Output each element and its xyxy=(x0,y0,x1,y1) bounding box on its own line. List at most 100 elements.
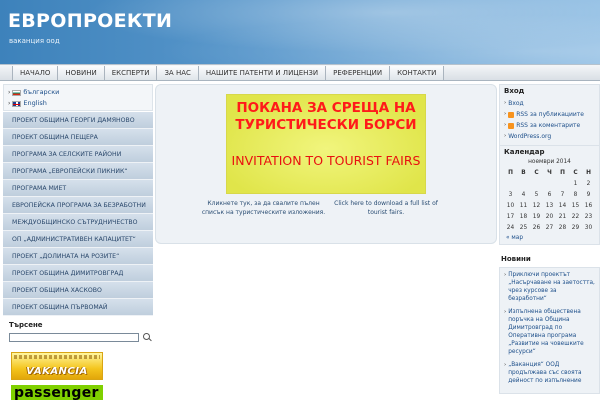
calendar-week: 17 18 19 20 21 22 23 xyxy=(504,211,595,222)
news-link[interactable]: Изпълнена обществена поръчка на Община Д… xyxy=(508,308,596,356)
calendar-day xyxy=(517,178,530,189)
calendar-day: 13 xyxy=(545,202,554,209)
rss-icon xyxy=(508,122,515,129)
passenger-banner[interactable]: passenger xyxy=(11,385,103,400)
calendar-weekday: В xyxy=(521,169,526,176)
sidebar-item[interactable]: ЕВРОПЕЙСКА ПРОГРАМА ЗА БЕЗРАБОТНИ xyxy=(3,197,153,214)
wordpress-link[interactable]: › WordPress.org xyxy=(504,131,595,142)
login-widget: Вход › Вход › RSS за публикациите › RSS … xyxy=(499,84,600,146)
sidebar-project-menu: ПРОЕКТ ОБЩИНА ГЕОРГИ ДАМЯНОВО ПРОЕКТ ОБЩ… xyxy=(3,112,153,316)
search-input[interactable] xyxy=(9,332,139,342)
calendar-day: 25 xyxy=(519,224,528,231)
link-label[interactable]: RSS за коментарите xyxy=(516,120,580,131)
nav-item-references[interactable]: РЕФЕРЕНЦИИ xyxy=(326,66,391,80)
site-subtitle: ваканция оод xyxy=(9,37,60,45)
calendar-weekday: П xyxy=(508,169,513,176)
calendar-day: 24 xyxy=(506,224,515,231)
language-label[interactable]: English xyxy=(23,98,46,109)
calendar-day: 23 xyxy=(584,213,593,220)
calendar-day: 22 xyxy=(571,213,580,220)
bullet-arrow-icon: › xyxy=(8,100,11,107)
nav-item-news[interactable]: НОВИНИ xyxy=(58,66,105,80)
nav-item-patents[interactable]: НАШИТЕ ПАТЕНТИ И ЛИЦЕНЗИ xyxy=(198,66,327,80)
widget-title: Календар xyxy=(504,148,545,156)
calendar-day xyxy=(543,178,556,189)
news-item[interactable]: › Изпълнена обществена поръчка на Община… xyxy=(504,308,596,356)
bullet-arrow-icon: › xyxy=(504,133,507,139)
calendar-day: 16 xyxy=(584,202,593,209)
calendar-day: 9 xyxy=(586,191,591,198)
language-item-bulgarian[interactable]: › български xyxy=(8,87,148,98)
sidebar-item[interactable]: ПРОЕКТ ОБЩИНА ХАСКОВО xyxy=(3,282,153,299)
calendar-day: 17 xyxy=(506,213,515,220)
invitation-title-bg: ПОКАНА ЗА СРЕЩА НА ТУРИСТИЧЕСКИ БОРСИ xyxy=(235,100,417,133)
bullet-arrow-icon: › xyxy=(504,272,507,278)
nav-item-experts[interactable]: ЕКСПЕРТИ xyxy=(104,66,158,80)
news-item[interactable]: › Приключи проектът „Насърчаване на зает… xyxy=(504,271,596,303)
sidebar-item[interactable]: ПРОЕКТ ОБЩИНА ПЪРВОМАЙ xyxy=(3,299,153,316)
bullet-arrow-icon: › xyxy=(504,122,507,128)
calendar-weekday: Ч xyxy=(547,169,552,176)
bullet-arrow-icon: › xyxy=(8,89,11,96)
sidebar-item[interactable]: ПРОЕКТ ОБЩИНА ПЕЩЕРА xyxy=(3,129,153,146)
sidebar-item[interactable]: ОП „АДМИНИСТРАТИВЕН КАПАЦИТЕТ“ xyxy=(3,231,153,248)
calendar-day xyxy=(504,178,517,189)
search-form xyxy=(3,332,153,342)
download-link-bg[interactable]: Кликнете тук, за да свалите пълен списък… xyxy=(196,200,331,217)
search-icon[interactable] xyxy=(142,332,152,342)
left-sidebar: › български › English ПРОЕКТ ОБЩИНА ГЕОР… xyxy=(3,84,153,400)
sidebar-item[interactable]: ПРОГРАМА ЗА СЕЛСКИТЕ РАЙОНИ xyxy=(3,146,153,163)
sidebar-item[interactable]: ПРОЕКТ ОБЩИНА ДИМИТРОВГРАД xyxy=(3,265,153,282)
invitation-banner[interactable]: ПОКАНА ЗА СРЕЩА НА ТУРИСТИЧЕСКИ БОРСИ IN… xyxy=(226,94,426,194)
calendar-day xyxy=(530,178,543,189)
download-link-en[interactable]: Click here to download a full list of to… xyxy=(326,200,446,217)
site-header: ЕВРОПРОЕКТИ ваканция оод xyxy=(0,0,600,64)
nav-item-contacts[interactable]: КОНТАКТИ xyxy=(390,66,445,80)
news-item[interactable]: › „Ваканция“ ООД продължава със своята д… xyxy=(504,361,596,385)
sidebar-item[interactable]: ПРОГРАМА МИЕТ xyxy=(3,180,153,197)
calendar-day: 20 xyxy=(545,213,554,220)
language-switcher: › български › English xyxy=(3,84,153,111)
calendar-weekday: С xyxy=(534,169,539,176)
calendar-weekday: С xyxy=(573,169,578,176)
calendar-day: 21 xyxy=(558,213,567,220)
calendar-weekday: П xyxy=(560,169,565,176)
link-label[interactable]: RSS за публикациите xyxy=(516,109,584,120)
calendar-day: 14 xyxy=(558,202,567,209)
sidebar-item[interactable]: МЕЖДУОБЩИНСКО СЪТРУДНИЧЕСТВО xyxy=(3,214,153,231)
calendar-day: 10 xyxy=(506,202,515,209)
calendar-prev-month-link[interactable]: « мар xyxy=(504,235,595,241)
sidebar-item[interactable]: ПРОЕКТ ОБЩИНА ГЕОРГИ ДАМЯНОВО xyxy=(3,112,153,129)
site-title[interactable]: ЕВРОПРОЕКТИ xyxy=(8,10,172,32)
calendar-day: 28 xyxy=(558,224,567,231)
vakancia-banner[interactable]: VAKANCIA xyxy=(11,352,103,380)
calendar-day: 12 xyxy=(532,202,541,209)
bullet-arrow-icon: › xyxy=(504,100,507,106)
language-label[interactable]: български xyxy=(23,87,59,98)
nav-item-about[interactable]: ЗА НАС xyxy=(157,66,199,80)
news-link[interactable]: „Ваканция“ ООД продължава със своята дей… xyxy=(508,361,596,385)
sidebar-item[interactable]: ПРОГРАМА „ЕВРОПЕЙСКИ ПИКНИК“ xyxy=(3,163,153,180)
sidebar-item[interactable]: ПРОЕКТ „ДОЛИНАТА НА РОЗИТЕ“ xyxy=(3,248,153,265)
calendar-day: 4 xyxy=(521,191,526,198)
calendar-day: 29 xyxy=(571,224,580,231)
nav-item-home[interactable]: НАЧАЛО xyxy=(12,66,59,80)
banner-decoration xyxy=(14,355,100,359)
calendar-weekday: Н xyxy=(586,169,591,176)
rss-comments-link[interactable]: › RSS за коментарите xyxy=(504,120,595,131)
main-content: ПОКАНА ЗА СРЕЩА НА ТУРИСТИЧЕСКИ БОРСИ IN… xyxy=(155,84,497,244)
link-label[interactable]: Вход xyxy=(508,98,524,109)
bullet-arrow-icon: › xyxy=(504,111,507,117)
login-link[interactable]: › Вход xyxy=(504,98,595,109)
rss-posts-link[interactable]: › RSS за публикациите xyxy=(504,109,595,120)
language-item-english[interactable]: › English xyxy=(8,98,148,109)
calendar-widget: Календар ноември 2014 ПВСЧПСН 1234567891… xyxy=(499,146,600,245)
news-link[interactable]: Приключи проектът „Насърчаване на заетос… xyxy=(508,271,596,303)
calendar-day: 7 xyxy=(560,191,565,198)
main-navigation: НАЧАЛО НОВИНИ ЕКСПЕРТИ ЗА НАС НАШИТЕ ПАТ… xyxy=(0,64,600,81)
calendar-day: 3 xyxy=(508,191,513,198)
bullet-arrow-icon: › xyxy=(504,309,507,315)
bullet-arrow-icon: › xyxy=(504,362,507,368)
link-label[interactable]: WordPress.org xyxy=(508,131,551,142)
calendar-day: 2 xyxy=(586,180,591,187)
